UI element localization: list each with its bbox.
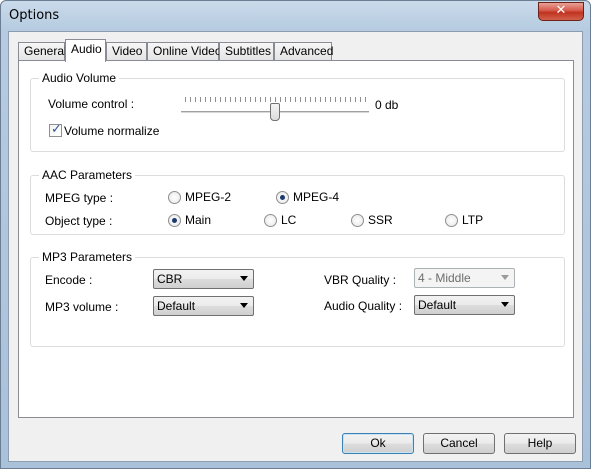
object-type-label: Object type :	[45, 214, 113, 228]
window-title: Options	[9, 8, 60, 23]
audio-volume-title: Audio Volume	[39, 71, 120, 85]
audio-quality-value: Default	[418, 298, 457, 312]
object-main-radio[interactable]	[168, 214, 181, 227]
object-ltp-radio[interactable]	[445, 214, 458, 227]
tab-subtitles[interactable]: Subtitles	[219, 42, 274, 61]
encode-select[interactable]: CBR	[153, 269, 254, 289]
audio-volume-group: Audio Volume Volume control : 0 db ✓ Vol…	[30, 71, 565, 152]
encode-value: CBR	[157, 272, 183, 286]
dialog-client: General Audio Video Online Video Subtitl…	[8, 31, 583, 462]
object-main-label[interactable]: Main	[185, 213, 211, 227]
mp3-parameters-title: MP3 Parameters	[39, 250, 136, 264]
audio-tab-panel: Audio Volume Volume control : 0 db ✓ Vol…	[18, 60, 574, 418]
vbr-quality-label: VBR Quality :	[324, 273, 397, 287]
volume-control-label: Volume control :	[48, 97, 135, 111]
mp3-volume-label: MP3 volume :	[45, 300, 119, 314]
audio-quality-label: Audio Quality :	[324, 299, 403, 313]
close-icon: ✕	[555, 3, 567, 18]
cancel-button[interactable]: Cancel	[423, 433, 495, 454]
audio-quality-select[interactable]: Default	[414, 295, 515, 315]
mp3-parameters-group: MP3 Parameters Encode : CBR VBR Quality …	[30, 250, 565, 347]
ok-button[interactable]: Ok	[342, 433, 414, 454]
check-icon: ✓	[51, 122, 62, 137]
aac-parameters-title: AAC Parameters	[39, 168, 136, 182]
vbr-quality-value: 4 - Middle	[418, 271, 471, 285]
options-window: Options ✕ General Audio Video Online Vid…	[0, 0, 591, 469]
object-ssr-radio[interactable]	[351, 214, 364, 227]
tab-general[interactable]: General	[18, 42, 67, 61]
vbr-quality-select: 4 - Middle	[414, 268, 515, 288]
volume-normalize-checkbox[interactable]: ✓	[49, 122, 62, 137]
title-bar[interactable]: Options ✕	[1, 1, 590, 31]
chevron-down-icon	[240, 276, 248, 281]
tab-advanced[interactable]: Advanced	[274, 42, 333, 61]
mpeg-4-label[interactable]: MPEG-4	[293, 190, 339, 204]
mpeg-4-radio[interactable]	[276, 191, 289, 204]
close-button[interactable]: ✕	[538, 2, 584, 21]
volume-normalize-label[interactable]: Volume normalize	[64, 124, 159, 138]
chevron-down-icon	[501, 302, 509, 307]
object-ltp-label[interactable]: LTP	[462, 213, 483, 227]
volume-slider-thumb[interactable]	[270, 103, 280, 121]
tab-online-video[interactable]: Online Video	[147, 42, 222, 61]
help-button[interactable]: Help	[504, 433, 576, 454]
object-ssr-label[interactable]: SSR	[368, 213, 393, 227]
mpeg-2-radio[interactable]	[168, 191, 181, 204]
tab-audio[interactable]: Audio	[65, 39, 106, 62]
volume-value: 0 db	[375, 98, 399, 112]
chevron-down-icon	[501, 275, 509, 280]
mp3-volume-select[interactable]: Default	[153, 296, 254, 316]
object-lc-label[interactable]: LC	[281, 213, 296, 227]
volume-slider-ticks	[185, 97, 369, 102]
mpeg-2-label[interactable]: MPEG-2	[185, 190, 231, 204]
encode-label: Encode :	[45, 273, 93, 287]
mpeg-type-label: MPEG type :	[45, 191, 114, 205]
chevron-down-icon	[240, 303, 248, 308]
mp3-volume-value: Default	[157, 299, 196, 313]
object-lc-radio[interactable]	[264, 214, 277, 227]
aac-parameters-group: AAC Parameters MPEG type : MPEG-2 MPEG-4…	[30, 168, 565, 235]
tab-video[interactable]: Video	[106, 42, 147, 61]
